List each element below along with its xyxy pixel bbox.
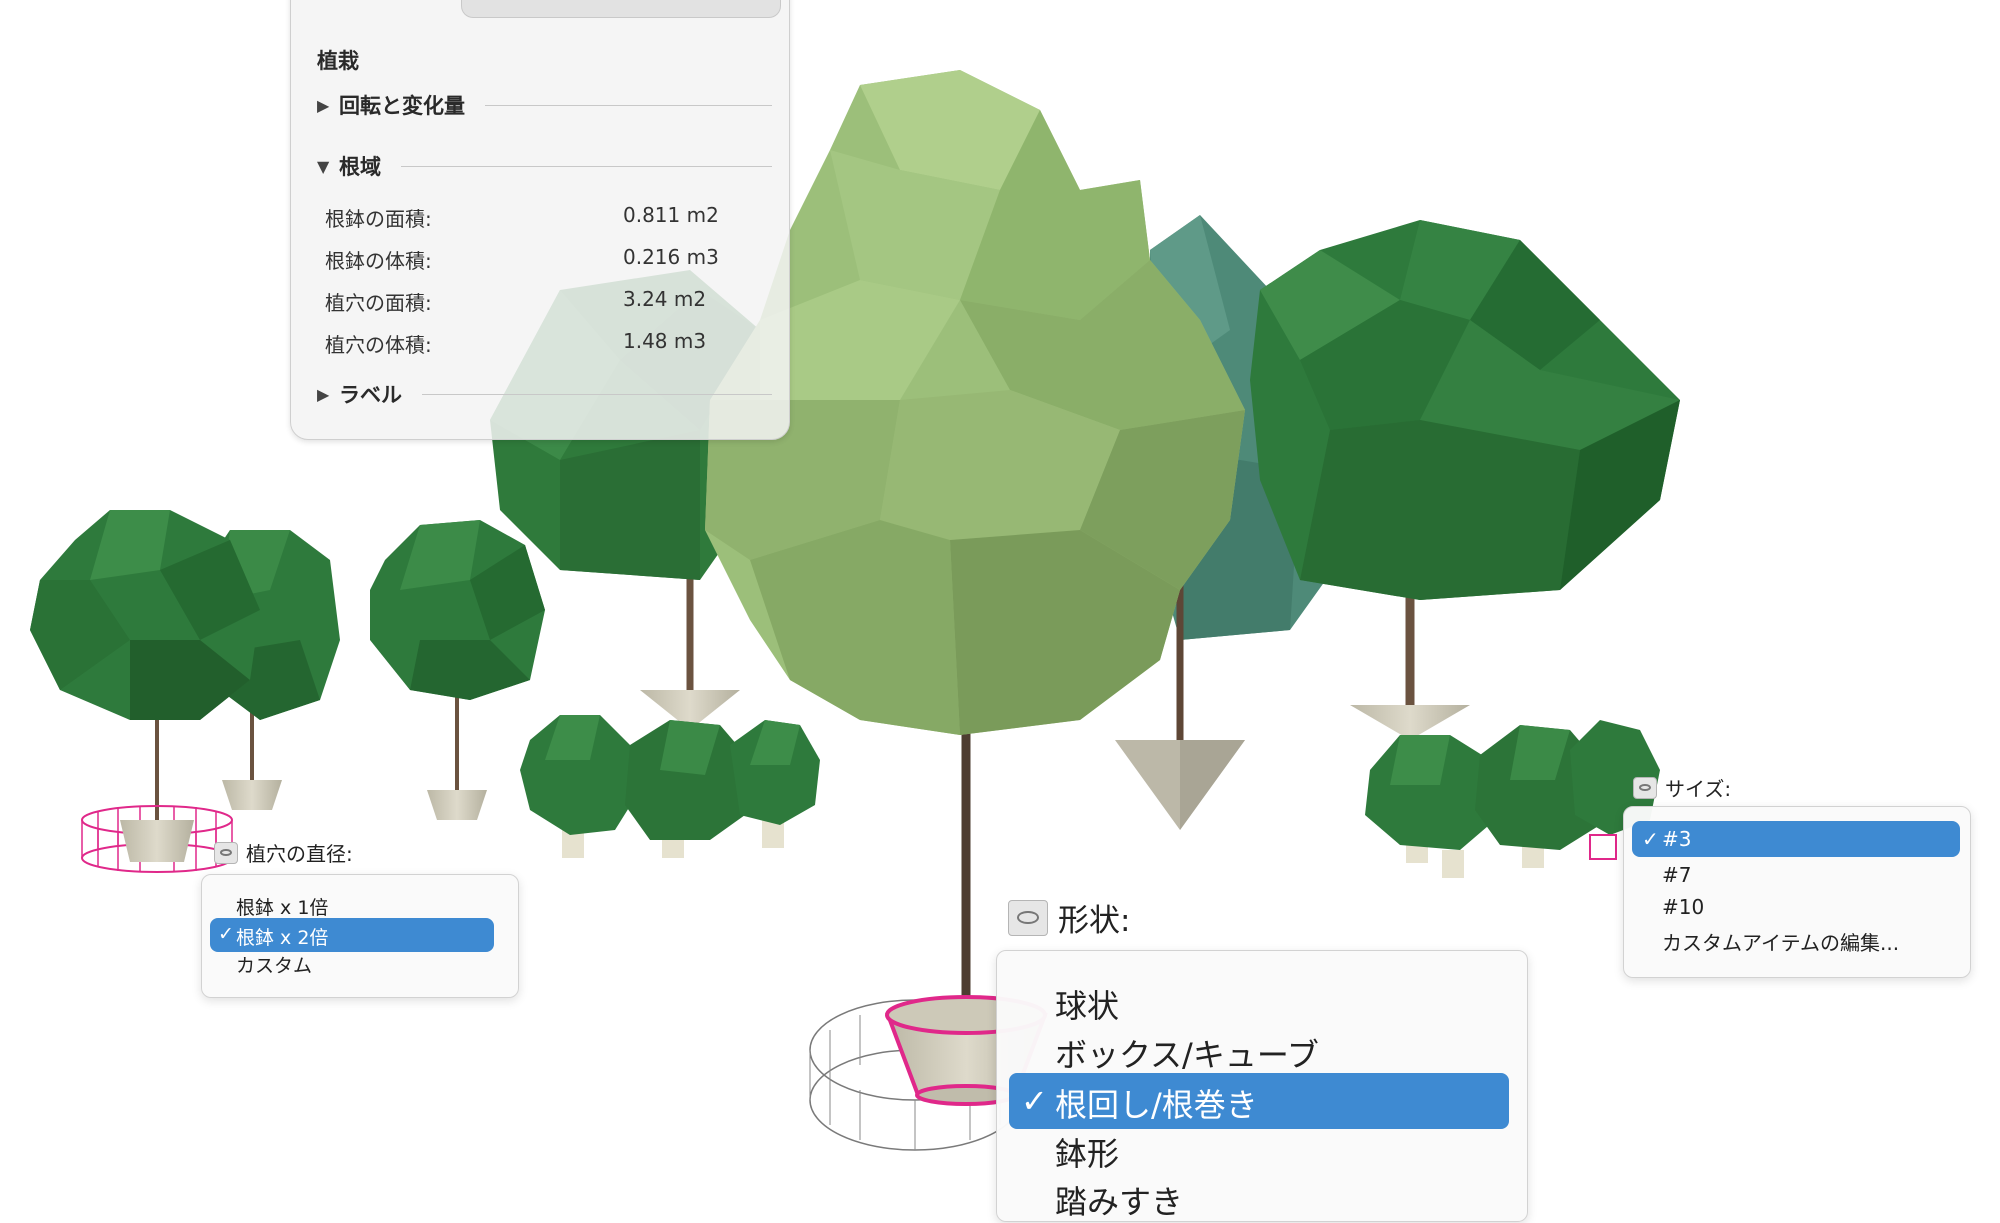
tree-left-3[interactable] bbox=[370, 520, 545, 820]
info-row-label: 根鉢の面積: bbox=[325, 207, 432, 231]
info-row-value: 1.48 m3 bbox=[623, 329, 707, 353]
menu-item-label: 根鉢 x 2倍 bbox=[236, 927, 329, 949]
info-row-pit-volume: 植穴の体積: 1.48 m3 bbox=[325, 329, 745, 358]
checkmark-icon: ✓ bbox=[1642, 827, 1659, 851]
disclosure-collapsed-icon[interactable]: ▶ bbox=[317, 385, 339, 404]
menu-item-rootball-x2-selected[interactable]: ✓ 根鉢 x 2倍 bbox=[210, 918, 494, 952]
menu-item-size-7[interactable]: #7 bbox=[1662, 863, 1691, 887]
menu-item-size-3-selected[interactable]: ✓ #3 bbox=[1632, 821, 1960, 857]
parameter-icon[interactable] bbox=[1008, 899, 1048, 936]
checkmark-icon: ✓ bbox=[218, 923, 234, 945]
section-divider bbox=[401, 165, 772, 167]
menu-item-label: 根回し/根巻き bbox=[1055, 1086, 1258, 1124]
planting-info-panel: 植栽 ▶ 回転と変化量 ▼ 根域 根鉢の面積: 0.811 m2 根鉢の体積: … bbox=[290, 0, 790, 440]
info-row-value: 3.24 m2 bbox=[623, 287, 707, 311]
info-row-rootball-volume: 根鉢の体積: 0.216 m3 bbox=[325, 245, 745, 274]
info-row-rootball-area: 根鉢の面積: 0.811 m2 bbox=[325, 203, 745, 232]
menu-item-label: #3 bbox=[1662, 827, 1692, 851]
pit-diameter-menu: 根鉢 x 1倍 ✓ 根鉢 x 2倍 カスタム bbox=[201, 874, 519, 998]
parameter-icon[interactable] bbox=[214, 841, 238, 864]
section-root-label: 根域 bbox=[339, 155, 381, 179]
shrub-cluster-middle[interactable] bbox=[520, 715, 820, 858]
info-row-value: 0.811 m2 bbox=[623, 203, 719, 227]
size-label: サイズ: bbox=[1665, 777, 1732, 801]
parameter-icon[interactable] bbox=[1633, 776, 1657, 799]
pit-diameter-label-group: 植穴の直径: bbox=[214, 838, 353, 867]
disclosure-collapsed-icon[interactable]: ▶ bbox=[317, 96, 339, 115]
size-menu: ✓ #3 #7 #10 カスタムアイテムの編集... bbox=[1623, 806, 1971, 978]
section-divider bbox=[422, 393, 772, 395]
tree-left-2[interactable] bbox=[30, 510, 260, 820]
info-row-label: 植穴の面積: bbox=[325, 291, 432, 315]
size-label-group: サイズ: bbox=[1633, 773, 1731, 802]
menu-item-rootball-x1[interactable]: 根鉢 x 1倍 bbox=[236, 893, 328, 920]
info-row-value: 0.216 m3 bbox=[623, 245, 719, 269]
section-rotation-label: 回転と変化量 bbox=[339, 94, 465, 118]
section-label-label: ラベル bbox=[339, 383, 402, 407]
info-row-pit-area: 植穴の面積: 3.24 m2 bbox=[325, 287, 745, 316]
section-rotation-variation[interactable]: ▶ 回転と変化量 bbox=[317, 91, 772, 119]
menu-item-balled-burlapped-selected[interactable]: ✓ 根回し/根巻き bbox=[1009, 1073, 1509, 1129]
section-label[interactable]: ▶ ラベル bbox=[317, 380, 772, 408]
disclosure-expanded-icon[interactable]: ▼ bbox=[317, 157, 339, 176]
checkmark-icon: ✓ bbox=[1021, 1082, 1048, 1120]
menu-item-edit-custom[interactable]: カスタムアイテムの編集... bbox=[1662, 927, 1899, 956]
tree-right-large[interactable] bbox=[1250, 220, 1680, 740]
menu-item-box-cube[interactable]: ボックス/キューブ bbox=[1055, 1030, 1319, 1076]
shape-label: 形状: bbox=[1058, 903, 1131, 939]
shrub-cluster-right[interactable] bbox=[1365, 720, 1660, 878]
shape-menu: 球状 ボックス/キューブ ✓ 根回し/根巻き 鉢形 踏みすき bbox=[996, 950, 1528, 1222]
info-row-label: 植穴の体積: bbox=[325, 333, 432, 357]
info-row-label: 根鉢の体積: bbox=[325, 249, 432, 273]
shape-label-group: 形状: bbox=[1008, 895, 1130, 940]
section-divider bbox=[485, 104, 772, 106]
menu-item-size-10[interactable]: #10 bbox=[1662, 895, 1704, 919]
menu-item-custom[interactable]: カスタム bbox=[236, 951, 312, 978]
menu-item-spade[interactable]: 踏みすき bbox=[1055, 1177, 1183, 1223]
section-root-zone[interactable]: ▼ 根域 bbox=[317, 152, 772, 180]
menu-item-container[interactable]: 鉢形 bbox=[1055, 1129, 1119, 1175]
panel-tab-strip[interactable] bbox=[461, 0, 781, 18]
pit-diameter-label: 植穴の直径: bbox=[246, 842, 353, 866]
panel-title: 植栽 bbox=[317, 49, 359, 73]
menu-item-spherical[interactable]: 球状 bbox=[1055, 981, 1119, 1027]
